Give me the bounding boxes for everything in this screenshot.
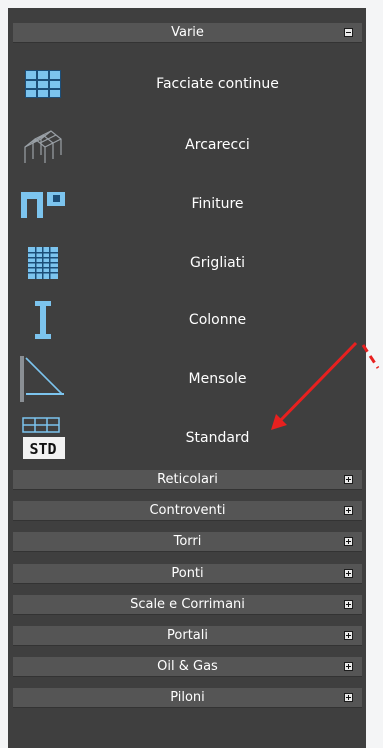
- section-title: Reticolari: [157, 472, 218, 487]
- item-label: Arcarecci: [185, 137, 250, 153]
- expand-icon[interactable]: [344, 506, 353, 515]
- item-label: Standard: [185, 430, 250, 446]
- standard-std-icon: STD: [17, 409, 69, 467]
- expand-icon[interactable]: [344, 569, 353, 578]
- item-standard[interactable]: STD Standard: [13, 409, 362, 467]
- section-header-oil-gas[interactable]: Oil & Gas: [13, 657, 362, 677]
- item-facciate-continue[interactable]: Facciate continue: [13, 55, 362, 113]
- section-title: Piloni: [170, 690, 205, 705]
- section-title: Varie: [171, 25, 204, 40]
- item-label: Finiture: [191, 196, 244, 212]
- section-header-torri[interactable]: Torri: [13, 532, 362, 552]
- item-label: Grigliati: [189, 255, 246, 271]
- item-finiture[interactable]: Finiture: [13, 175, 362, 233]
- section-header-scale-e-corrimani[interactable]: Scale e Corrimani: [13, 595, 362, 615]
- expand-icon[interactable]: [344, 600, 353, 609]
- item-arcarecci[interactable]: Arcarecci: [13, 116, 362, 174]
- expand-icon[interactable]: [344, 475, 353, 484]
- section-header-ponti[interactable]: Ponti: [13, 564, 362, 584]
- finishes-icon: [17, 175, 69, 233]
- curtain-wall-icon: [17, 55, 69, 113]
- section-title: Controventi: [149, 503, 226, 518]
- expand-icon[interactable]: [344, 631, 353, 640]
- grating-icon: [17, 234, 69, 292]
- tool-panel: Varie Facciate continue Arcarecci Finitu…: [8, 8, 366, 748]
- section-header-reticolari[interactable]: Reticolari: [13, 470, 362, 490]
- section-title: Torri: [173, 534, 202, 549]
- expand-icon[interactable]: [344, 693, 353, 702]
- section-header-varie[interactable]: Varie: [13, 23, 362, 43]
- section-title: Oil & Gas: [157, 659, 218, 674]
- section-title: Scale e Corrimani: [130, 597, 245, 612]
- column-icon: [17, 291, 69, 349]
- item-grigliati[interactable]: Grigliati: [13, 234, 362, 292]
- section-header-portali[interactable]: Portali: [13, 626, 362, 646]
- expand-icon[interactable]: [344, 537, 353, 546]
- item-label: Colonne: [188, 312, 247, 328]
- section-header-controventi[interactable]: Controventi: [13, 501, 362, 521]
- section-title: Portali: [167, 628, 208, 643]
- std-icon-text: STD: [29, 440, 56, 458]
- collapse-icon[interactable]: [344, 28, 353, 37]
- expand-icon[interactable]: [344, 662, 353, 671]
- item-mensole[interactable]: Mensole: [13, 350, 362, 408]
- bracket-icon: [17, 350, 69, 408]
- item-label: Mensole: [188, 371, 247, 387]
- section-header-piloni[interactable]: Piloni: [13, 688, 362, 708]
- item-label: Facciate continue: [156, 76, 279, 92]
- item-colonne[interactable]: Colonne: [13, 291, 362, 349]
- purlins-icon: [17, 116, 69, 174]
- section-title: Ponti: [171, 566, 204, 581]
